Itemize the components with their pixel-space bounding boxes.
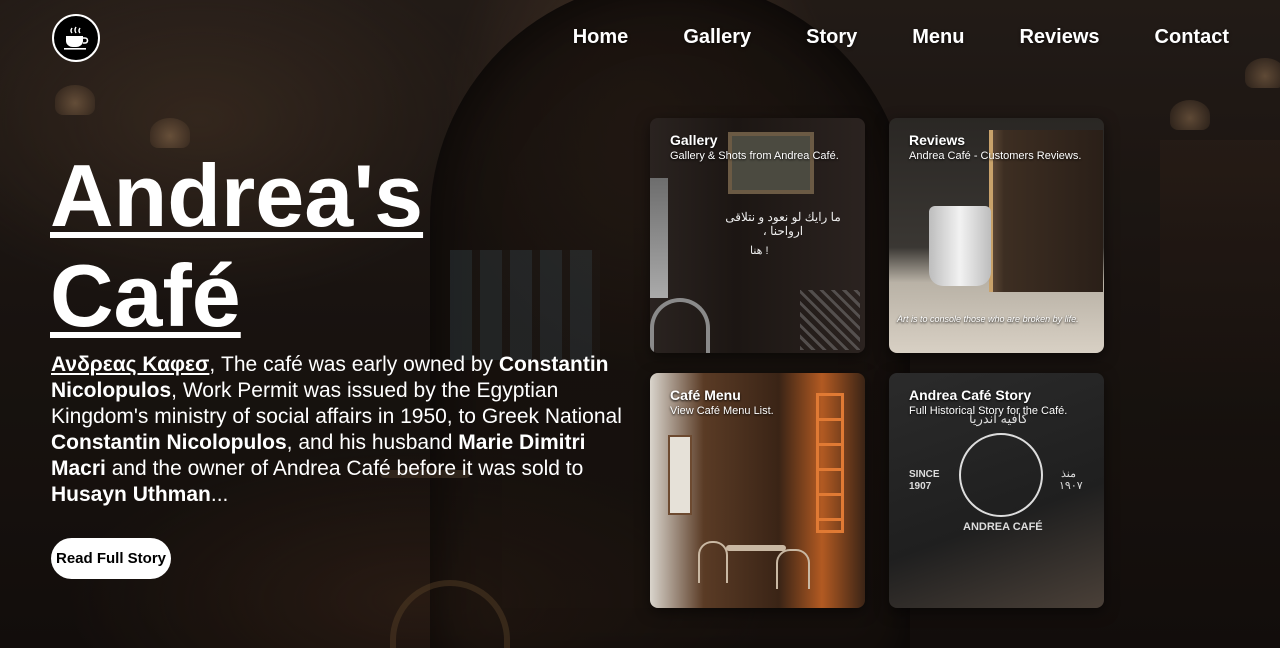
card-subtitle: Gallery & Shots from Andrea Café. — [670, 150, 839, 162]
intro-text: , and his husband — [286, 431, 459, 454]
intro-bold: Husayn Uthman — [51, 483, 211, 506]
window-decoration — [650, 178, 668, 298]
reviews-card[interactable]: Art is to console those who are broken b… — [889, 118, 1104, 353]
story-card[interactable]: كافيه اندريا SINCE 1907 منذ ١٩٠٧ ANDREA C… — [889, 373, 1104, 608]
since-year: 1907 — [909, 481, 932, 492]
gallery-image-arabic-text-2: هنا ! — [750, 245, 769, 257]
nav-story[interactable]: Story — [806, 26, 857, 49]
painting-frame — [728, 132, 814, 194]
intro-text: and the owner of Andrea Café before it w… — [105, 457, 584, 480]
mug-decoration — [929, 206, 991, 286]
arabic-year-text: ١٩٠٧ — [1059, 480, 1083, 492]
card-title: Café Menu — [670, 387, 741, 403]
gallery-image-arabic-text: ما رايك لو نعود و نتلاقى ارواحنا ، — [725, 210, 841, 238]
emblem-icon — [959, 433, 1043, 517]
nav-home[interactable]: Home — [573, 26, 629, 49]
intro-bold: Constantin Nicolopulos — [51, 431, 287, 454]
card-title: Reviews — [909, 132, 966, 148]
greek-name-link[interactable]: Ανδρεας Καφεσ — [51, 353, 209, 376]
card-title: Gallery — [670, 132, 718, 148]
chair-decoration — [776, 549, 810, 589]
nav-gallery[interactable]: Gallery — [683, 26, 751, 49]
brand-text: ANDREA CAFÉ — [963, 521, 1043, 533]
hero-intro: Ανδρεας Καφεσ, The café was early owned … — [51, 352, 643, 508]
logo[interactable] — [52, 14, 100, 62]
card-subtitle: Andrea Café - Customers Reviews. — [909, 150, 1082, 162]
chair-decoration — [698, 541, 728, 583]
intro-text: ... — [210, 483, 229, 506]
card-subtitle: View Café Menu List. — [670, 405, 774, 417]
read-full-story-button[interactable]: Read Full Story — [51, 538, 171, 579]
review-quote: Art is to console those who are broken b… — [897, 314, 1079, 324]
page-title[interactable]: Andrea's Café — [50, 146, 470, 346]
card-subtitle: Full Historical Story for the Café. — [909, 405, 1068, 417]
chair-decoration — [800, 290, 860, 350]
gallery-card[interactable]: ما رايك لو نعود و نتلاقى ارواحنا ، هنا !… — [650, 118, 865, 353]
chair-decoration — [650, 298, 710, 353]
table-decoration — [726, 545, 786, 551]
nav-menu[interactable]: Menu — [912, 26, 964, 49]
nav-contact[interactable]: Contact — [1155, 26, 1229, 49]
main-nav: Home Gallery Story Menu Reviews Contact — [573, 26, 1229, 49]
since-label: SINCE — [909, 469, 940, 480]
intro-text: , The café was early owned by — [209, 353, 499, 376]
since-text: SINCE 1907 — [909, 469, 940, 493]
coffee-cup-icon — [64, 26, 89, 50]
menu-card[interactable]: Café Menu View Café Menu List. — [650, 373, 865, 608]
card-title: Andrea Café Story — [909, 387, 1032, 403]
nav-reviews[interactable]: Reviews — [1019, 26, 1099, 49]
door-decoration — [668, 435, 692, 515]
